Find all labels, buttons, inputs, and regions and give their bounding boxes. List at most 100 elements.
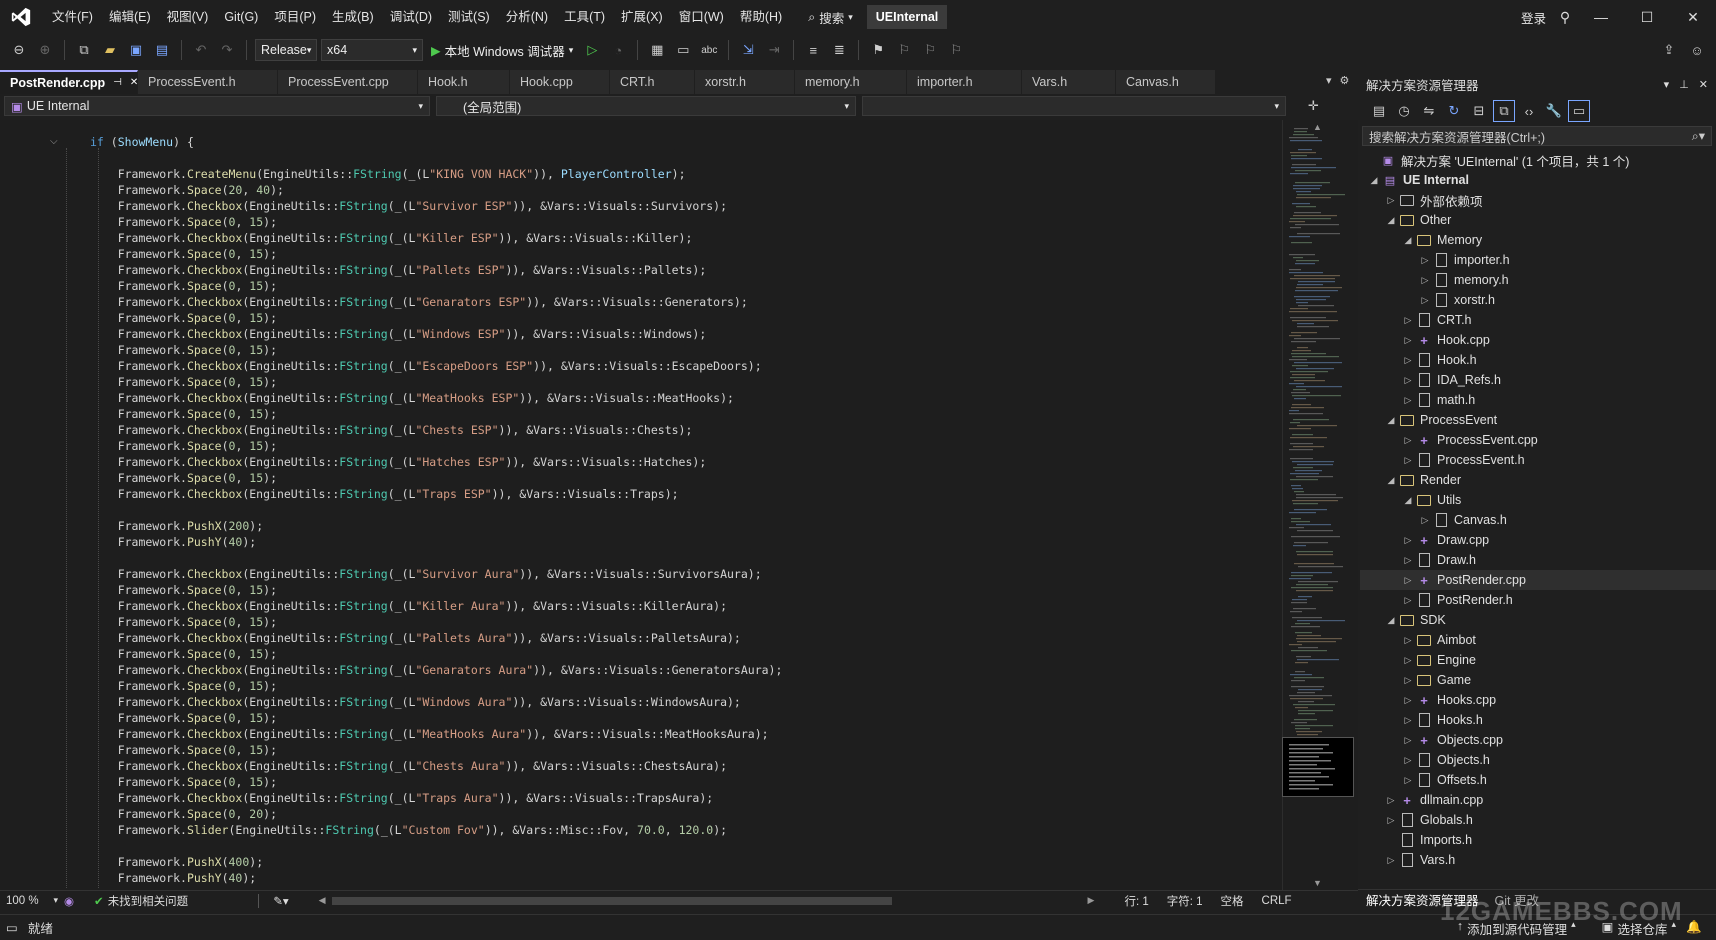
code-line[interactable]: Framework.Checkbox(EngineUtils::FString(… [90,262,782,278]
clear-bookmarks-icon[interactable]: ⚐ [945,39,967,61]
menu-item[interactable]: 帮助(H) [732,0,790,34]
tree-item[interactable]: ▷ Aimbot [1360,630,1716,650]
preview-icon[interactable]: ▭ [1568,100,1590,122]
properties-icon[interactable]: 🔧 [1543,100,1565,122]
tree-item[interactable]: ▷ + dllmain.cpp [1360,790,1716,810]
code-line[interactable]: Framework.PushY(40); [90,534,782,550]
code-text[interactable]: if (ShowMenu) { Framework.CreateMenu(Eng… [90,134,782,886]
code-line[interactable]: Framework.Checkbox(EngineUtils::FString(… [90,326,782,342]
collapsed-arrow-icon[interactable]: ▷ [1400,735,1416,746]
menu-item[interactable]: 编辑(E) [101,0,159,34]
collapsed-arrow-icon[interactable]: ▷ [1400,755,1416,766]
collapsed-arrow-icon[interactable]: ▷ [1400,455,1416,466]
step-over-icon[interactable]: ⇥ [763,39,785,61]
collapsed-arrow-icon[interactable]: ▷ [1400,775,1416,786]
login-button[interactable]: 登录 [1521,8,1546,27]
tree-item[interactable]: ▷ Draw.h [1360,550,1716,570]
collapsed-arrow-icon[interactable]: ▷ [1400,315,1416,326]
expanded-arrow-icon[interactable]: ◢ [1400,495,1416,506]
collapsed-arrow-icon[interactable]: ▷ [1400,395,1416,406]
menu-item[interactable]: Git(G) [216,0,266,34]
code-line[interactable]: Framework.Checkbox(EngineUtils::FString(… [90,486,782,502]
zoom-dropdown[interactable]: 100 % ▾ [0,895,64,907]
code-line[interactable]: Framework.Space(0, 15); [90,246,782,262]
output-icon[interactable]: ▭ [6,920,18,935]
code-line[interactable]: Framework.Checkbox(EngineUtils::FString(… [90,758,782,774]
save-all-icon[interactable]: ▤ [151,39,173,61]
code-line[interactable]: Framework.Checkbox(EngineUtils::FString(… [90,294,782,310]
tree-item[interactable]: ◢ ProcessEvent [1360,410,1716,430]
menu-item[interactable]: 项目(P) [266,0,324,34]
tree-item[interactable]: ◢ Other [1360,210,1716,230]
tree-item[interactable]: ◢ Memory [1360,230,1716,250]
code-line[interactable]: Framework.Space(0, 15); [90,374,782,390]
tree-item[interactable]: ▷ math.h [1360,390,1716,410]
collapsed-arrow-icon[interactable]: ▷ [1417,515,1433,526]
hot-reload-icon[interactable]: ◔ [607,39,629,61]
feedback-icon[interactable]: ☺ [1686,39,1708,61]
expanded-arrow-icon[interactable]: ◢ [1383,215,1399,226]
code-view-icon[interactable]: ‹› [1518,100,1540,122]
tree-item[interactable]: ▷ Engine [1360,650,1716,670]
tree-item[interactable]: ▷ Offsets.h [1360,770,1716,790]
editor-tab[interactable]: Hook.cpp [510,70,610,94]
platform-dropdown[interactable]: x64 ▾ [321,39,423,61]
code-line[interactable]: if (ShowMenu) { [90,134,782,150]
tree-item[interactable]: ▣ 解决方案 'UEInternal' (1 个项目，共 1 个) [1360,150,1716,170]
expanded-arrow-icon[interactable]: ◢ [1383,415,1399,426]
code-line[interactable]: Framework.Checkbox(EngineUtils::FString(… [90,422,782,438]
comment-icon[interactable]: ≡ [802,39,824,61]
browse-icon[interactable]: ▦ [646,39,668,61]
tree-item[interactable]: ▷ Hook.h [1360,350,1716,370]
collapse-all-icon[interactable]: ⊟ [1468,100,1490,122]
new-project-icon[interactable]: ⧉ [73,39,95,61]
code-line[interactable]: Framework.CreateMenu(EngineUtils::FStrin… [90,166,782,182]
next-bookmark-icon[interactable]: ⚐ [919,39,941,61]
collapsed-arrow-icon[interactable]: ▷ [1417,295,1433,306]
code-line[interactable]: Framework.Checkbox(EngineUtils::FString(… [90,454,782,470]
tree-item[interactable]: ▷ PostRender.h [1360,590,1716,610]
collapsed-arrow-icon[interactable]: ▷ [1400,355,1416,366]
horizontal-scrollbar[interactable] [331,896,1082,905]
back-icon[interactable]: ⊖ [8,39,30,61]
tree-item[interactable]: ▷ 外部依赖项 [1360,190,1716,210]
type-scope-dropdown[interactable]: (全局范围) ▾ [436,96,856,116]
collapsed-arrow-icon[interactable]: ▷ [1400,655,1416,666]
tree-item[interactable]: ▷ + Hooks.cpp [1360,690,1716,710]
editor-tab[interactable]: PostRender.cpp ⊣ ✕ [0,70,138,94]
collapsed-arrow-icon[interactable]: ▷ [1400,595,1416,606]
code-line[interactable]: Framework.Space(0, 15); [90,774,782,790]
code-line[interactable]: Framework.PushX(200); [90,518,782,534]
menu-item[interactable]: 生成(B) [324,0,382,34]
code-line[interactable]: Framework.Checkbox(EngineUtils::FString(… [90,598,782,614]
menu-item[interactable]: 视图(V) [159,0,217,34]
collapsed-arrow-icon[interactable]: ▷ [1383,815,1399,826]
pin-tab-icon[interactable]: ⊣ [113,73,122,93]
code-line[interactable]: Framework.Space(0, 15); [90,310,782,326]
editor-tab[interactable]: importer.h [907,70,1022,94]
editor-tab[interactable]: CRT.h [610,70,695,94]
code-line[interactable]: Framework.Space(0, 15); [90,438,782,454]
code-line[interactable]: Framework.Space(0, 15); [90,214,782,230]
menu-item[interactable]: 扩展(X) [613,0,671,34]
sync-icon[interactable]: ⇋ [1418,100,1440,122]
code-line[interactable] [90,838,782,854]
start-debugging-button[interactable]: ▶ 本地 Windows 调试器 ▾ [427,41,577,60]
code-line[interactable]: Framework.Checkbox(EngineUtils::FString(… [90,358,782,374]
code-line[interactable]: Framework.PushY(40); [90,870,782,886]
uncomment-icon[interactable]: ≣ [828,39,850,61]
editor-tab[interactable]: ProcessEvent.h [138,70,278,94]
code-line[interactable]: Framework.Space(0, 15); [90,710,782,726]
editor-tab[interactable]: Canvas.h [1116,70,1216,94]
tree-item[interactable]: ▷ IDA_Refs.h [1360,370,1716,390]
redo-icon[interactable]: ↷ [216,39,238,61]
save-icon[interactable]: ▣ [125,39,147,61]
indent-indicator[interactable]: 空格 [1221,893,1244,909]
collapsed-arrow-icon[interactable]: ▷ [1400,555,1416,566]
solution-search-input[interactable]: 搜索解决方案资源管理器(Ctrl+;) ⌕▾ [1362,126,1712,146]
code-line[interactable]: Framework.Checkbox(EngineUtils::FString(… [90,790,782,806]
collapsed-arrow-icon[interactable]: ▷ [1400,375,1416,386]
search-icon[interactable]: ⌕▾ [1692,128,1705,144]
line-indicator[interactable]: 行: 1 [1124,893,1148,909]
live-share-icon[interactable]: ⇪ [1658,39,1680,61]
